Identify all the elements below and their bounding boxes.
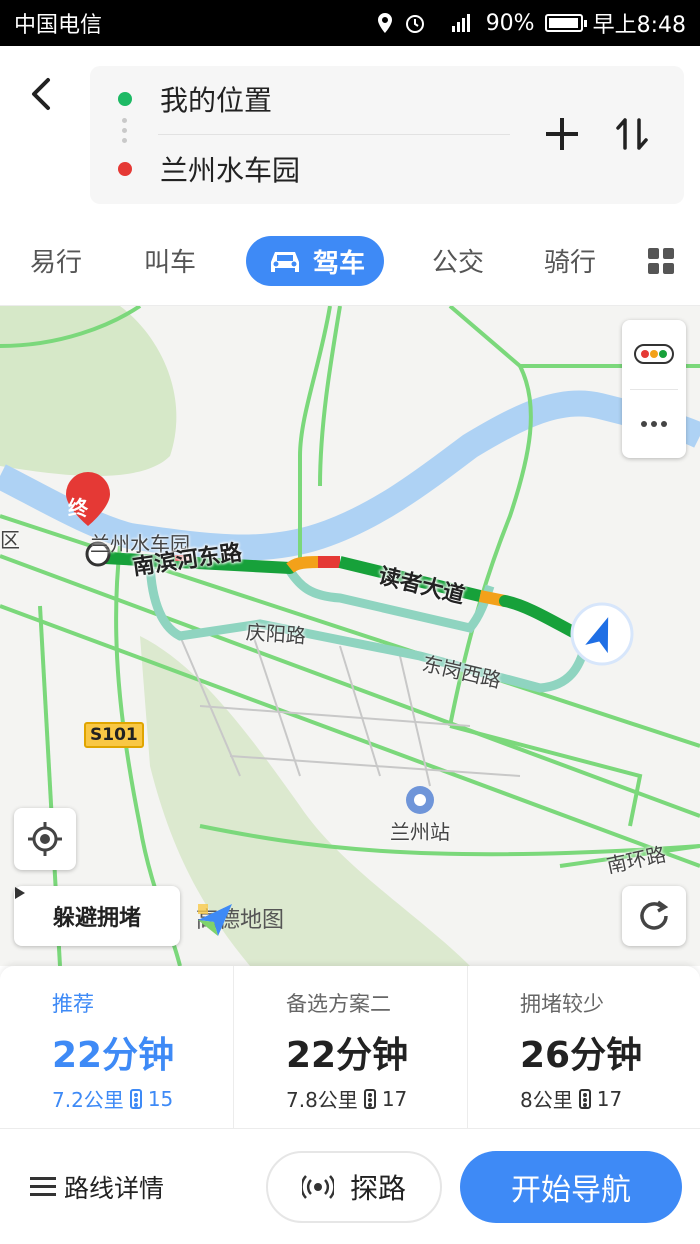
battery-icon (544, 14, 587, 32)
traffic-light-count-icon (363, 1088, 376, 1109)
map-canvas (0, 306, 700, 966)
traffic-light-icon (634, 344, 674, 364)
route-points-box: 我的位置 兰州水车园 (90, 66, 684, 204)
crosshair-icon (28, 822, 62, 856)
route-option-recommended[interactable]: 推荐 22分钟 7.2公里 15 (0, 966, 233, 1128)
road-label-qingyang: 庆阳路 (245, 619, 307, 649)
destination-label: 兰州水车园 (160, 154, 301, 187)
origin-row[interactable]: 我的位置 (90, 68, 520, 130)
tab-ride-hailing[interactable]: 叫车 (144, 242, 196, 279)
option-meta: 7.2公里 15 (52, 1084, 173, 1113)
signal-icon (436, 12, 476, 34)
route-header: 我的位置 兰州水车园 (0, 46, 700, 218)
avoid-congestion-button[interactable]: 躲避拥堵 (14, 886, 180, 946)
add-waypoint-button[interactable] (542, 114, 582, 154)
option-distance: 7.2公里 (52, 1088, 124, 1112)
destination-dot (118, 162, 132, 176)
option-distance: 7.8公里 (286, 1088, 358, 1112)
traffic-light-count-icon (129, 1088, 142, 1109)
route-details-button[interactable]: 路线详情 (30, 1169, 164, 1205)
option-lights: 17 (596, 1086, 623, 1111)
tab-drive[interactable]: 驾车 (246, 236, 384, 286)
origin-dot (118, 92, 132, 106)
plus-icon (546, 118, 578, 150)
option-distance: 8公里 (520, 1088, 573, 1112)
back-button[interactable] (22, 74, 62, 114)
option-label: 推荐 (52, 992, 94, 1016)
more-modes-icon[interactable] (648, 248, 674, 274)
option-label: 备选方案二 (286, 992, 391, 1016)
swap-route-button[interactable] (612, 114, 652, 154)
option-lights: 15 (147, 1086, 174, 1111)
route-segment-orange-1 (286, 556, 319, 573)
refresh-icon (640, 900, 669, 930)
route-option-alternative[interactable]: 备选方案二 22分钟 7.8公里 17 (233, 966, 467, 1128)
transport-mode-tabs: 易行 叫车 驾车 公交 骑行 (0, 218, 700, 306)
start-navigation-button[interactable]: 开始导航 (460, 1151, 682, 1223)
route-details-label: 路线详情 (64, 1174, 165, 1203)
play-triangle-icon (15, 887, 25, 899)
destination-marker-label: 终 (68, 496, 88, 520)
alarm-icon (404, 12, 426, 34)
brand-logo: 高德地图 (196, 902, 284, 936)
map-view[interactable]: 终 兰州水车园 区 南滨河东路 读者大道 庆阳路 东岗西路 南环路 S101 兰… (0, 306, 700, 966)
more-dots-icon (641, 421, 667, 427)
start-navigation-label: 开始导航 (511, 1173, 631, 1208)
explore-label: 探路 (349, 1172, 406, 1205)
clock: 早上8:48 (592, 13, 686, 38)
list-icon (30, 1176, 56, 1198)
origin-label: 我的位置 (160, 84, 273, 117)
location-icon (376, 12, 394, 34)
tab-easy-travel[interactable]: 易行 (30, 242, 82, 279)
destination-row[interactable]: 兰州水车园 (90, 138, 520, 200)
tab-cycling[interactable]: 骑行 (544, 242, 596, 279)
status-bar: 中国电信 90% 早上8:48 (0, 0, 700, 46)
option-label: 拥堵较少 (520, 992, 604, 1016)
amap-logo-icon (198, 904, 232, 936)
route-option-less-congestion[interactable]: 拥堵较少 26分钟 8公里 17 (467, 966, 700, 1128)
option-lights: 17 (381, 1086, 408, 1111)
refresh-route-button[interactable] (622, 886, 686, 946)
bottom-action-bar: 路线详情 探路 开始导航 (0, 1128, 700, 1244)
swap-icon (616, 118, 648, 150)
locate-me-button[interactable] (14, 808, 76, 870)
map-more-button[interactable] (622, 390, 686, 458)
battery-percent: 90% (485, 10, 535, 36)
traffic-light-count-icon (578, 1088, 591, 1109)
tab-drive-label: 驾车 (312, 248, 365, 279)
option-time: 22分钟 (52, 1035, 175, 1076)
tab-bus[interactable]: 公交 (432, 242, 484, 279)
option-meta: 7.8公里 17 (286, 1084, 407, 1113)
station-label: 兰州站 (390, 820, 450, 844)
alt-route-2 (145, 555, 590, 693)
car-icon (270, 252, 299, 272)
option-time: 22分钟 (286, 1035, 409, 1076)
explore-route-button[interactable]: 探路 (266, 1151, 442, 1223)
left-edge-label: 区 (0, 528, 20, 552)
route-options: 推荐 22分钟 7.2公里 15 备选方案二 22分钟 7.8公里 17 拥堵较… (0, 966, 700, 1128)
route-divider (158, 134, 510, 135)
option-time: 26分钟 (520, 1035, 643, 1076)
map-controls (622, 320, 686, 458)
highway-badge: S101 (84, 722, 144, 748)
carrier-label: 中国电信 (14, 13, 103, 38)
traffic-toggle-button[interactable] (622, 320, 686, 389)
avoid-congestion-label: 躲避拥堵 (52, 906, 141, 931)
back-arrow-icon (32, 78, 50, 110)
broadcast-icon (301, 1175, 334, 1199)
option-meta: 8公里 17 (520, 1084, 622, 1113)
